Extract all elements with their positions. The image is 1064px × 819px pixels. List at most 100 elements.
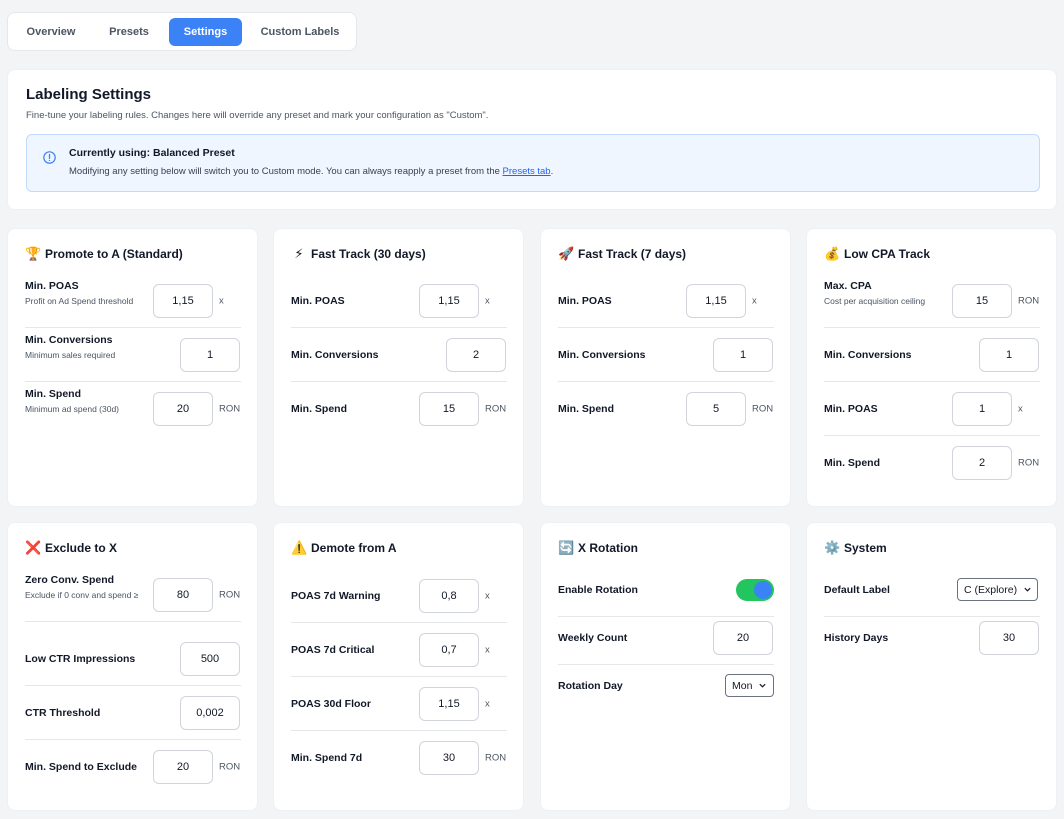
page-subtitle: Fine-tune your labeling rules. Changes h… bbox=[26, 110, 489, 121]
chevron-down-icon bbox=[1024, 587, 1031, 592]
warning-icon: ⚠️ bbox=[291, 540, 308, 555]
card-title: 💰 Low CPA Track bbox=[824, 246, 930, 262]
card-title-text: System bbox=[844, 541, 887, 555]
setting-label: Min. Conversions bbox=[558, 348, 646, 361]
setting-row: CTR Threshold bbox=[25, 686, 241, 740]
tab-custom-labels[interactable]: Custom Labels bbox=[250, 18, 350, 46]
default-label-select[interactable]: C (Explore) bbox=[957, 578, 1038, 601]
setting-row: POAS 7d Warning x bbox=[291, 569, 507, 623]
lightning-icon: ⚡ bbox=[294, 246, 304, 261]
setting-label: Default Label bbox=[824, 583, 890, 596]
tab-settings[interactable]: Settings bbox=[169, 18, 242, 46]
poas-7d-warning-input[interactable] bbox=[419, 579, 479, 613]
card-title-text: Low CPA Track bbox=[844, 247, 931, 261]
selected-value: C (Explore) bbox=[964, 583, 1018, 596]
min-conversions-input[interactable] bbox=[446, 338, 506, 372]
unit-label: x bbox=[485, 698, 490, 709]
min-spend-input[interactable] bbox=[419, 392, 479, 426]
max-cpa-input[interactable] bbox=[952, 284, 1012, 318]
min-conversions-input[interactable] bbox=[979, 338, 1039, 372]
tab-overview[interactable]: Overview bbox=[14, 18, 88, 46]
unit-label: RON bbox=[219, 403, 241, 415]
tab-presets[interactable]: Presets bbox=[94, 18, 164, 46]
zero-conv-spend-input[interactable] bbox=[153, 578, 213, 612]
unit-label: RON bbox=[485, 752, 507, 764]
setting-row: Max. CPACost per acquisition ceiling RON bbox=[824, 274, 1040, 328]
setting-row: History Days bbox=[824, 611, 1040, 665]
setting-row: Min. Spend RON bbox=[824, 436, 1040, 490]
min-poas-input[interactable] bbox=[952, 392, 1012, 426]
setting-label: Max. CPA Cost per acquisition ceiling bbox=[824, 280, 952, 307]
setting-label: Min. Conversions bbox=[824, 348, 912, 361]
presets-tab-link[interactable]: Presets tab bbox=[503, 166, 551, 177]
unit-label: x bbox=[485, 644, 490, 655]
notice-body-end: . bbox=[550, 166, 554, 177]
info-icon bbox=[43, 151, 56, 164]
card-title-text: X Rotation bbox=[578, 541, 638, 555]
notice-title: Currently using: Balanced Preset bbox=[69, 147, 235, 159]
setting-row: POAS 30d Floor x bbox=[291, 677, 507, 731]
page-title: Labeling Settings bbox=[26, 86, 152, 103]
min-spend-input[interactable] bbox=[153, 392, 213, 426]
weekly-count-input[interactable] bbox=[713, 621, 773, 655]
enable-rotation-toggle[interactable] bbox=[736, 579, 774, 601]
setting-label: Min. Spend bbox=[558, 403, 614, 415]
setting-row: Low CTR Impressions bbox=[25, 632, 241, 686]
min-spend-input[interactable] bbox=[952, 446, 1012, 480]
history-days-input[interactable] bbox=[979, 621, 1039, 655]
settings-header-card: Labeling Settings Fine-tune your labelin… bbox=[7, 69, 1057, 210]
unit-label: RON bbox=[219, 761, 241, 773]
setting-hint: Minimum ad spend (30d) bbox=[25, 404, 120, 414]
setting-label: History Days bbox=[824, 632, 889, 644]
setting-label: Min. Spend Minimum ad spend (30d) bbox=[25, 388, 153, 415]
min-poas-input[interactable] bbox=[686, 284, 746, 318]
setting-label: Weekly Count bbox=[558, 631, 628, 644]
setting-row: Enable Rotation bbox=[558, 563, 774, 617]
card-title: ⚙️ System bbox=[824, 540, 887, 556]
setting-row: Min. Spend to Exclude RON bbox=[25, 740, 241, 794]
setting-row: Min. SpendMinimum ad spend (30d) RON bbox=[25, 382, 241, 436]
setting-row: Rotation Day Mon bbox=[558, 659, 774, 713]
card-title: ⚡ Fast Track (30 days) bbox=[291, 246, 425, 262]
setting-label: Min. POAS bbox=[291, 294, 345, 307]
trophy-icon: 🏆 bbox=[25, 246, 42, 261]
notice-body-text: Modifying any setting below will switch … bbox=[69, 166, 503, 177]
low-cpa-card: 💰 Low CPA Track Max. CPA Cost per acquisit… bbox=[806, 228, 1057, 507]
poas-30d-floor-input[interactable] bbox=[419, 687, 479, 721]
setting-label: Rotation Day bbox=[558, 680, 623, 692]
selected-value: Mon bbox=[732, 679, 753, 692]
rotate-icon: 🔄 bbox=[558, 540, 575, 555]
min-conversions-input[interactable] bbox=[713, 338, 773, 372]
card-title: 🏆 Promote to A (Standard) bbox=[25, 246, 183, 262]
unit-label: RON bbox=[219, 589, 241, 600]
low-ctr-impressions-input[interactable] bbox=[180, 642, 240, 676]
min-poas-input[interactable] bbox=[153, 284, 213, 318]
setting-row: Min. Conversions bbox=[824, 328, 1040, 382]
setting-label: POAS 30d Floor bbox=[291, 697, 371, 710]
rotation-day-select[interactable]: Mon bbox=[725, 674, 774, 697]
ctr-threshold-input[interactable] bbox=[180, 696, 240, 730]
setting-row: POAS 7d Critical x bbox=[291, 623, 507, 677]
min-poas-input[interactable] bbox=[419, 284, 479, 318]
x-rotation-card: 🔄 X Rotation Enable Rotation Weekly Count… bbox=[540, 522, 791, 811]
min-conversions-input[interactable] bbox=[180, 338, 240, 372]
poas-7d-critical-input[interactable] bbox=[419, 633, 479, 667]
setting-row: Weekly Count bbox=[558, 611, 774, 665]
min-spend-7d-input[interactable] bbox=[419, 741, 479, 775]
setting-row: Min. POAS x bbox=[558, 274, 774, 328]
card-title-text: Promote to A (Standard) bbox=[45, 247, 183, 261]
money-bag-icon: 💰 bbox=[824, 246, 841, 261]
setting-label: Min. POAS bbox=[824, 402, 878, 415]
setting-row: Min. Spend RON bbox=[291, 382, 507, 436]
setting-row: Min. Conversions bbox=[558, 328, 774, 382]
setting-label: Min. Spend bbox=[291, 403, 347, 415]
min-spend-input[interactable] bbox=[686, 392, 746, 426]
promote-a-card: 🏆 Promote to A (Standard) Min. POAS Profit… bbox=[7, 228, 258, 507]
system-card: ⚙️ System Default Label C (Explore) Histo… bbox=[806, 522, 1057, 811]
unit-label: x bbox=[1018, 403, 1023, 414]
setting-row: Min. POAS x bbox=[824, 382, 1040, 436]
setting-label: CTR Threshold bbox=[25, 706, 101, 719]
setting-row: Min. Spend RON bbox=[558, 382, 774, 436]
card-title-text: Demote from A bbox=[311, 541, 397, 555]
min-spend-exclude-input[interactable] bbox=[153, 750, 213, 784]
